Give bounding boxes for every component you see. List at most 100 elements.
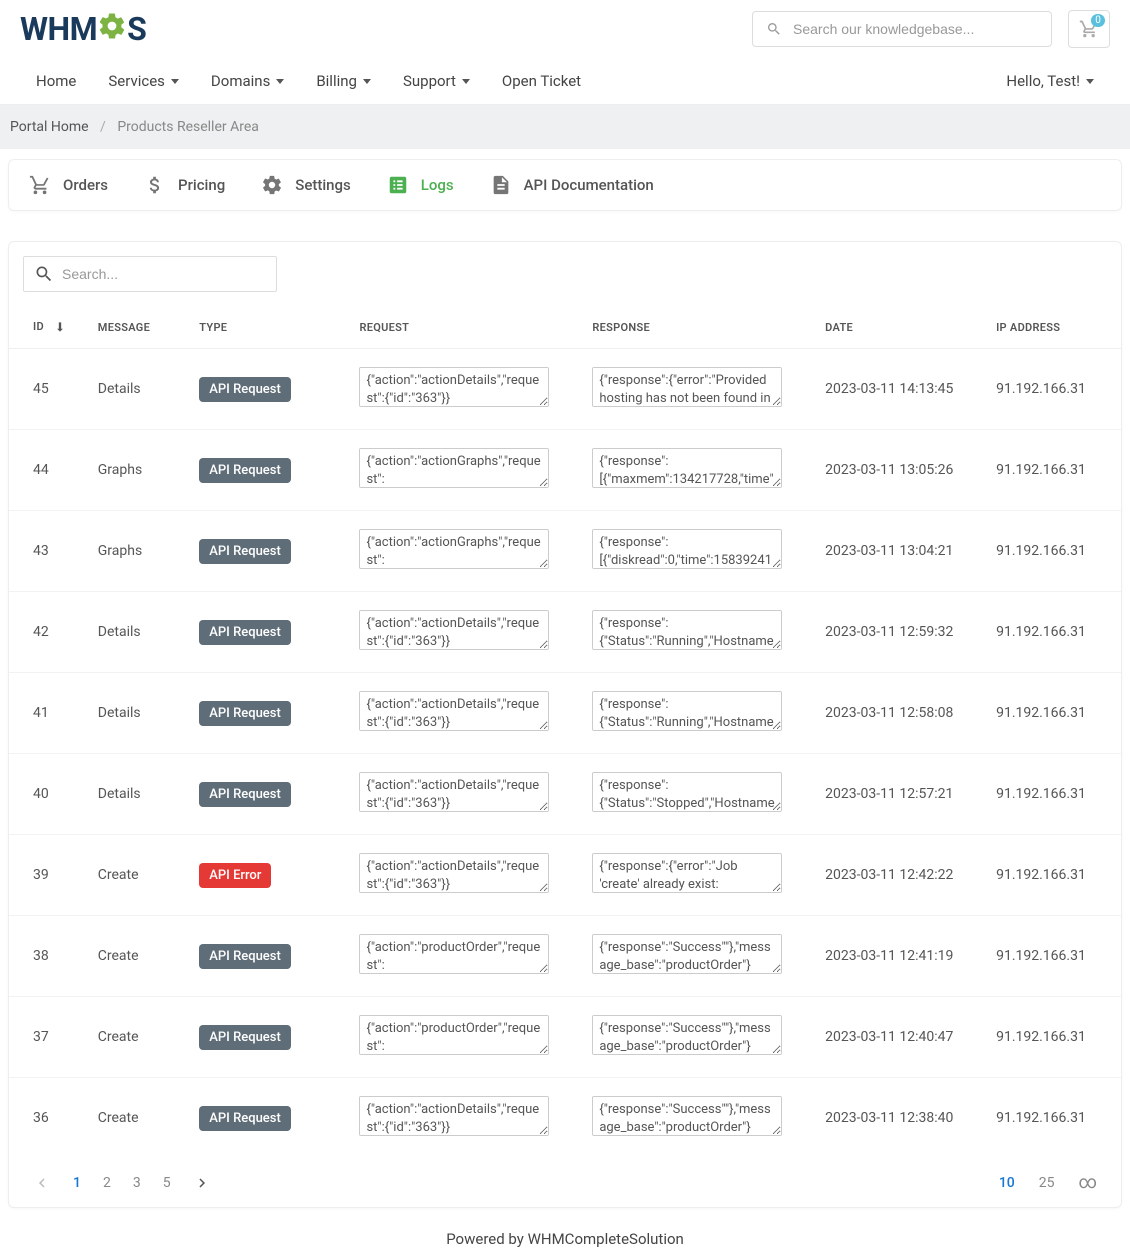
response-textarea[interactable]: {"response":{"Status":"Running","Hostnam… [592,610,782,650]
cell-message: Create [84,1078,185,1159]
brand-logo[interactable]: WHM S [20,10,146,48]
log-search-input[interactable] [24,257,276,291]
nav-item-billing[interactable]: Billing [300,58,387,104]
breadcrumb-home[interactable]: Portal Home [10,119,89,135]
request-textarea[interactable]: {"action":"productOrder","request": [359,934,549,974]
tab-pricing[interactable]: Pricing [144,174,225,196]
cell-message: Create [84,916,185,997]
request-textarea[interactable]: {"action":"actionDetails","request":{"id… [359,772,549,812]
nav-item-services[interactable]: Services [92,58,195,104]
user-menu[interactable]: Hello, Test! [990,58,1110,104]
tab-settings[interactable]: Settings [261,174,351,196]
response-textarea[interactable]: {"response":{"Status":"Stopped","Hostnam… [592,772,782,812]
col-header-ip[interactable]: IP ADDRESS [982,306,1121,349]
request-textarea[interactable]: {"action":"productOrder","request": [359,1015,549,1055]
tab-label: Logs [421,176,454,194]
response-textarea[interactable]: {"response":{"error":"Job 'create' alrea… [592,853,782,893]
col-header-id[interactable]: ID [9,306,84,349]
col-header-message[interactable]: MESSAGE [84,306,185,349]
table-row: 42DetailsAPI Request{"action":"actionDet… [9,592,1121,673]
nav-label: Services [108,72,165,90]
type-badge: API Request [199,1025,291,1050]
request-textarea[interactable]: {"action":"actionDetails","request":{"id… [359,691,549,731]
response-textarea[interactable]: {"response":"Success""},"message_base":"… [592,1096,782,1136]
cell-message: Details [84,754,185,835]
response-textarea[interactable]: {"response":"Success""},"message_base":"… [592,934,782,974]
pager-page-3[interactable]: 3 [133,1175,141,1191]
cell-id: 38 [9,916,84,997]
col-header-type[interactable]: TYPE [185,306,345,349]
pager-page-1[interactable]: 1 [73,1175,81,1191]
tab-orders[interactable]: Orders [29,174,108,196]
list-icon [387,174,409,196]
cell-message: Graphs [84,511,185,592]
cell-id: 39 [9,835,84,916]
cell-id: 44 [9,430,84,511]
search-icon [766,21,782,37]
cell-id: 37 [9,997,84,1078]
tab-logs[interactable]: Logs [387,174,454,196]
sort-down-icon [53,320,67,334]
cell-ip: 91.192.166.31 [982,835,1121,916]
pager-next[interactable] [193,1174,211,1192]
pager-prev[interactable] [33,1174,51,1192]
page-size-all[interactable]: ∞ [1078,1172,1097,1193]
kb-search-input[interactable] [752,11,1052,47]
cell-date: 2023-03-11 12:38:40 [811,1078,982,1159]
response-textarea[interactable]: {"response":"Success""},"message_base":"… [592,1015,782,1055]
cart-count-badge: 0 [1091,14,1105,27]
cell-message: Graphs [84,430,185,511]
page-size-25[interactable]: 25 [1039,1175,1055,1191]
nav-label: Home [36,72,76,90]
table-row: 37CreateAPI Request{"action":"productOrd… [9,997,1121,1078]
table-row: 41DetailsAPI Request{"action":"actionDet… [9,673,1121,754]
cart-button[interactable]: 0 [1068,10,1110,48]
type-badge: API Request [199,458,291,483]
breadcrumb-current: Products Reseller Area [117,119,259,135]
type-badge: API Request [199,944,291,969]
cell-ip: 91.192.166.31 [982,673,1121,754]
nav-item-domains[interactable]: Domains [195,58,300,104]
nav-label: Support [403,72,456,90]
nav-item-home[interactable]: Home [20,58,92,104]
request-textarea[interactable]: {"action":"actionDetails","request":{"id… [359,1096,549,1136]
chevron-down-icon [1086,79,1094,84]
nav-item-open-ticket[interactable]: Open Ticket [486,58,597,104]
response-textarea[interactable]: {"response":{"Status":"Running","Hostnam… [592,691,782,731]
pager-page-5[interactable]: 5 [163,1175,171,1191]
response-textarea[interactable]: {"response":[{"diskread":0,"time":158392… [592,529,782,569]
type-badge: API Request [199,539,291,564]
cell-date: 2023-03-11 12:59:32 [811,592,982,673]
logo-text-pre: WHM [20,10,97,48]
cell-message: Details [84,673,185,754]
chevron-right-icon [193,1174,211,1192]
request-textarea[interactable]: {"action":"actionGraphs","request":{"id"… [359,448,549,488]
col-header-request[interactable]: REQUEST [345,306,578,349]
col-header-response[interactable]: RESPONSE [578,306,811,349]
cell-id: 43 [9,511,84,592]
col-header-date[interactable]: DATE [811,306,982,349]
cell-date: 2023-03-11 12:41:19 [811,916,982,997]
request-textarea[interactable]: {"action":"actionDetails","request":{"id… [359,853,549,893]
search-icon [34,264,54,284]
cell-ip: 91.192.166.31 [982,592,1121,673]
cell-date: 2023-03-11 13:04:21 [811,511,982,592]
pager-page-2[interactable]: 2 [103,1175,111,1191]
request-textarea[interactable]: {"action":"actionDetails","request":{"id… [359,367,549,407]
page-size-10[interactable]: 10 [999,1175,1015,1191]
tab-label: Orders [63,176,108,194]
logo-text-post: S [127,10,146,48]
type-badge: API Request [199,377,291,402]
cell-ip: 91.192.166.31 [982,430,1121,511]
response-textarea[interactable]: {"response":{"error":"Provided hosting h… [592,367,782,407]
request-textarea[interactable]: {"action":"actionDetails","request":{"id… [359,610,549,650]
chevron-down-icon [171,79,179,84]
request-textarea[interactable]: {"action":"actionGraphs","request":{"id"… [359,529,549,569]
nav-item-support[interactable]: Support [387,58,486,104]
table-row: 36CreateAPI Request{"action":"actionDeta… [9,1078,1121,1159]
chevron-down-icon [276,79,284,84]
nav-label: Domains [211,72,270,90]
response-textarea[interactable]: {"response":[{"maxmem":134217728,"time": [592,448,782,488]
tab-api-documentation[interactable]: API Documentation [490,174,654,196]
cell-date: 2023-03-11 12:40:47 [811,997,982,1078]
